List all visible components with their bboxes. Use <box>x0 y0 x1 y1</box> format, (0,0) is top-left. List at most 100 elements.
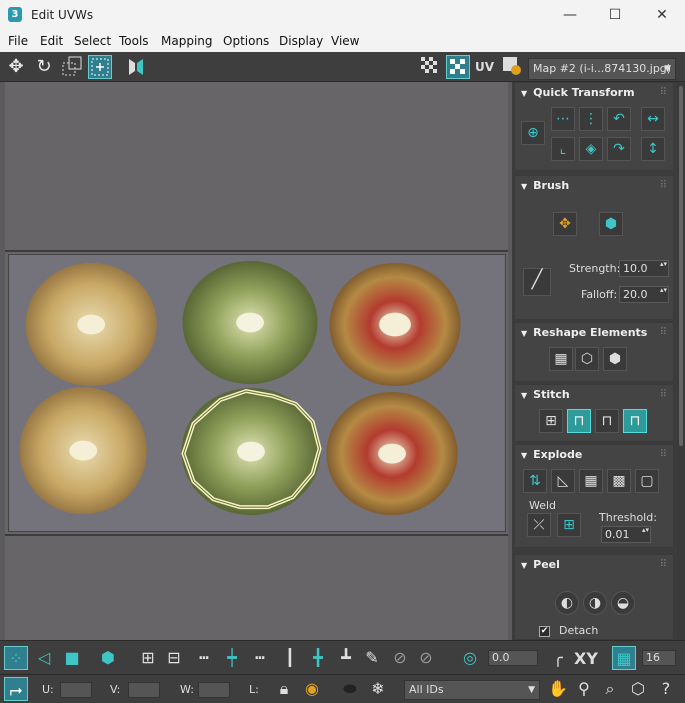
zoom-icon[interactable]: ⚲ <box>572 677 596 701</box>
show-hidden-icon[interactable]: ⬬ <box>338 677 362 701</box>
strength-spinner[interactable]: 10.0 <box>619 260 669 277</box>
zoom-region-icon[interactable]: ⌕ <box>598 677 622 701</box>
freeform-mode-icon[interactable] <box>88 55 112 79</box>
angle-spinner[interactable]: 0.0 <box>488 650 538 666</box>
material-id-dropdown[interactable]: All IDs ▼ <box>404 680 540 700</box>
brush-size-increase-icon[interactable]: ⊘ <box>388 646 412 670</box>
relax-brush-icon[interactable]: ⬢ <box>599 212 623 236</box>
element-mode-icon[interactable]: ⬢ <box>96 646 120 670</box>
rotate-cw-icon[interactable]: ↷ <box>607 137 631 161</box>
drag-grip-icon[interactable]: ⠿ <box>660 87 667 98</box>
maximize-button[interactable]: ☐ <box>592 0 638 30</box>
texture-map-dropdown[interactable]: Map #2 (i-i...874130.jpg) ▼ <box>528 58 676 80</box>
ring-selection-icon[interactable]: ┃ <box>278 646 302 670</box>
edge-mode-icon[interactable]: ◁ <box>32 646 56 670</box>
quick-transform-header[interactable]: ▼ Quick Transform <box>515 83 673 103</box>
lock-icon[interactable]: 🔒︎ <box>272 677 296 701</box>
stitch-to-source-icon[interactable]: ⊓ <box>623 409 647 433</box>
brush-size-decrease-icon[interactable]: ⊘ <box>414 646 438 670</box>
paint-select-icon[interactable]: ✎ <box>360 646 384 670</box>
menu-options[interactable]: Options <box>223 34 269 48</box>
absolute-offset-icon[interactable]: ⮣ <box>4 677 28 701</box>
shrink-ring-icon[interactable]: ┻ <box>334 646 358 670</box>
menu-tools[interactable]: Tools <box>119 34 149 48</box>
freeze-icon[interactable]: ❄ <box>366 677 390 701</box>
flatten-by-polygon-icon[interactable]: ▦ <box>579 469 603 493</box>
close-button[interactable]: ✕ <box>639 0 685 30</box>
grow-loop-icon[interactable]: ┿ <box>220 646 244 670</box>
scrollbar-thumb[interactable] <box>679 86 683 446</box>
minimize-button[interactable]: — <box>547 0 593 30</box>
drag-grip-icon[interactable]: ⠿ <box>660 327 667 338</box>
rotate-ccw-icon[interactable]: ↶ <box>607 107 631 131</box>
move-icon[interactable]: ✥ <box>4 55 28 79</box>
reset-peel-icon[interactable]: ◒ <box>611 591 635 615</box>
drag-grip-icon[interactable]: ⠿ <box>660 389 667 400</box>
align-center-icon[interactable]: ⊕ <box>521 121 545 145</box>
checker-pattern-icon[interactable] <box>418 55 442 79</box>
detach-edge-icon[interactable]: ◺ <box>551 469 575 493</box>
align-horizontal-icon[interactable]: ⋯ <box>551 107 575 131</box>
rotate-icon[interactable]: ↻ <box>32 55 56 79</box>
reshape-elements-header[interactable]: ▼ Reshape Elements <box>515 323 673 343</box>
menu-file[interactable]: File <box>8 34 28 48</box>
falloff-curve-icon[interactable]: ╭ <box>546 646 570 670</box>
flatten-by-material-icon[interactable]: ▢ <box>635 469 659 493</box>
stitch-custom-icon[interactable]: ⊞ <box>539 409 563 433</box>
loop-selection-icon[interactable]: ┅ <box>192 646 216 670</box>
mirror-icon[interactable] <box>124 55 148 79</box>
drag-grip-icon[interactable]: ⠿ <box>660 449 667 460</box>
space-horizontal-icon[interactable]: ↔ <box>641 107 665 131</box>
texture-settings-icon[interactable] <box>500 55 524 79</box>
explode-header[interactable]: ▼ Explode <box>515 445 673 465</box>
menu-mapping[interactable]: Mapping <box>161 34 213 48</box>
w-field[interactable] <box>198 682 230 698</box>
grid-size-spinner[interactable]: 16 <box>642 650 676 666</box>
flatten-icon[interactable]: ⬢ <box>603 347 627 371</box>
u-field[interactable] <box>60 682 92 698</box>
xy-label[interactable]: XY <box>574 649 598 668</box>
detach-checkbox[interactable]: ✔ <box>539 626 550 637</box>
peel-header[interactable]: ▼ Peel <box>515 555 673 575</box>
align-vertical-icon[interactable]: ⋮ <box>579 107 603 131</box>
space-vertical-icon[interactable]: ↕ <box>641 137 665 161</box>
brush-header[interactable]: ▼ Brush <box>515 176 673 196</box>
zoom-extents-icon[interactable]: ⬡ <box>626 677 650 701</box>
break-icon[interactable]: ⇅ <box>523 469 547 493</box>
grow-ring-icon[interactable]: ╋ <box>306 646 330 670</box>
drag-grip-icon[interactable]: ⠿ <box>660 559 667 570</box>
stitch-to-target-icon[interactable]: ⊓ <box>567 409 591 433</box>
uv-viewport[interactable] <box>0 82 512 640</box>
hide-icon[interactable]: ◉ <box>300 677 324 701</box>
vertex-mode-icon[interactable]: ⁘ <box>4 646 28 670</box>
side-panel-scrollbar[interactable] <box>677 82 685 640</box>
menu-select[interactable]: Select <box>74 34 111 48</box>
soft-selection-icon[interactable]: ◎ <box>458 646 482 670</box>
show-map-icon[interactable] <box>446 55 470 79</box>
snap-grid-icon[interactable]: ▦ <box>612 646 636 670</box>
polygon-mode-icon[interactable]: ■ <box>60 646 84 670</box>
shrink-selection-icon[interactable]: ⊟ <box>162 646 186 670</box>
straighten-icon[interactable]: ◈ <box>579 137 603 161</box>
weld-target-icon[interactable]: ⤫ <box>527 513 551 537</box>
peel-mode-icon[interactable]: ◑ <box>583 591 607 615</box>
relax-icon[interactable]: ⬡ <box>575 347 599 371</box>
shrink-loop-icon[interactable]: ┅ <box>248 646 272 670</box>
weld-selected-icon[interactable]: ⊞ <box>557 513 581 537</box>
stitch-average-icon[interactable]: ⊓ <box>595 409 619 433</box>
v-field[interactable] <box>128 682 160 698</box>
straighten-selection-icon[interactable]: ▦ <box>549 347 573 371</box>
paint-move-brush-icon[interactable]: ✥ <box>553 212 577 236</box>
threshold-spinner[interactable]: 0.01 <box>601 526 651 543</box>
stitch-header[interactable]: ▼ Stitch <box>515 385 673 405</box>
quick-peel-icon[interactable]: ◐ <box>555 591 579 615</box>
scale-icon[interactable] <box>60 55 84 79</box>
uv-label[interactable]: UV <box>475 60 494 74</box>
menu-view[interactable]: View <box>331 34 359 48</box>
menu-display[interactable]: Display <box>279 34 323 48</box>
help-icon[interactable]: ? <box>654 677 678 701</box>
menu-edit[interactable]: Edit <box>40 34 63 48</box>
flatten-by-smoothing-icon[interactable]: ▩ <box>607 469 631 493</box>
falloff-spinner[interactable]: 20.0 <box>619 286 669 303</box>
align-corner-icon[interactable]: ⌞ <box>551 137 575 161</box>
